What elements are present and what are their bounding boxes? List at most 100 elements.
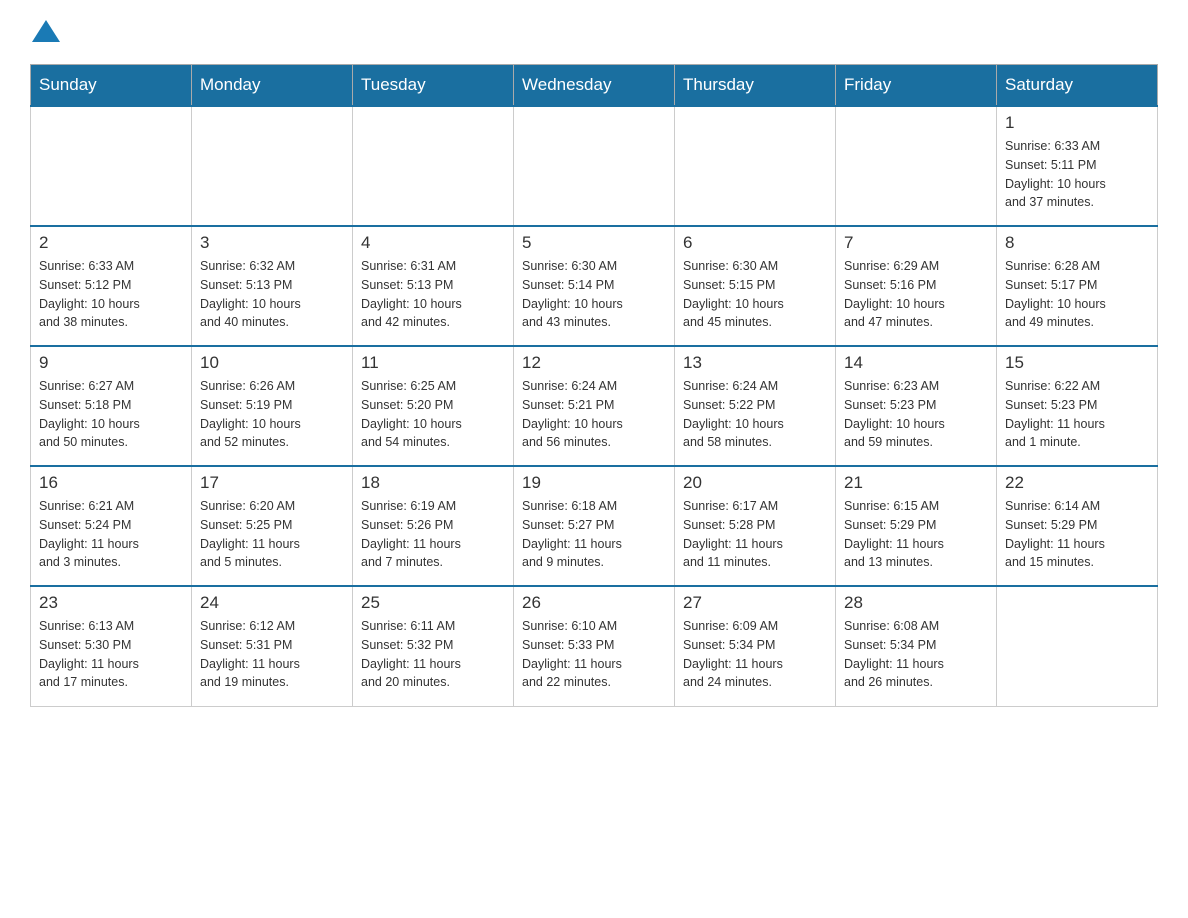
calendar-cell: 5 Sunrise: 6:30 AMSunset: 5:14 PMDaylight… xyxy=(514,226,675,346)
day-number: 7 xyxy=(844,233,988,253)
day-info: Sunrise: 6:18 AMSunset: 5:27 PMDaylight:… xyxy=(522,497,666,572)
calendar-cell: 17 Sunrise: 6:20 AMSunset: 5:25 PMDayligh… xyxy=(192,466,353,586)
day-number: 17 xyxy=(200,473,344,493)
calendar-cell xyxy=(997,586,1158,706)
day-info: Sunrise: 6:21 AMSunset: 5:24 PMDaylight:… xyxy=(39,497,183,572)
day-info: Sunrise: 6:23 AMSunset: 5:23 PMDaylight:… xyxy=(844,377,988,452)
week-row-3: 9 Sunrise: 6:27 AMSunset: 5:18 PMDaylight… xyxy=(31,346,1158,466)
day-number: 6 xyxy=(683,233,827,253)
logo-triangle-icon xyxy=(32,20,60,42)
day-number: 13 xyxy=(683,353,827,373)
day-info: Sunrise: 6:19 AMSunset: 5:26 PMDaylight:… xyxy=(361,497,505,572)
calendar-cell: 16 Sunrise: 6:21 AMSunset: 5:24 PMDayligh… xyxy=(31,466,192,586)
calendar-cell: 9 Sunrise: 6:27 AMSunset: 5:18 PMDaylight… xyxy=(31,346,192,466)
calendar-cell: 20Sunrise: 6:17 AMSunset: 5:28 PMDayligh… xyxy=(675,466,836,586)
day-number: 15 xyxy=(1005,353,1149,373)
day-info: Sunrise: 6:33 AMSunset: 5:12 PMDaylight:… xyxy=(39,257,183,332)
day-info: Sunrise: 6:24 AMSunset: 5:22 PMDaylight:… xyxy=(683,377,827,452)
day-number: 16 xyxy=(39,473,183,493)
day-number: 11 xyxy=(361,353,505,373)
calendar-cell: 2 Sunrise: 6:33 AMSunset: 5:12 PMDaylight… xyxy=(31,226,192,346)
calendar-cell: 21 Sunrise: 6:15 AMSunset: 5:29 PMDayligh… xyxy=(836,466,997,586)
day-info: Sunrise: 6:31 AMSunset: 5:13 PMDaylight:… xyxy=(361,257,505,332)
weekday-header-thursday: Thursday xyxy=(675,65,836,107)
day-number: 26 xyxy=(522,593,666,613)
day-info: Sunrise: 6:33 AMSunset: 5:11 PMDaylight:… xyxy=(1005,137,1149,212)
calendar-cell: 19 Sunrise: 6:18 AMSunset: 5:27 PMDayligh… xyxy=(514,466,675,586)
day-info: Sunrise: 6:14 AMSunset: 5:29 PMDaylight:… xyxy=(1005,497,1149,572)
calendar-cell: 27 Sunrise: 6:09 AMSunset: 5:34 PMDayligh… xyxy=(675,586,836,706)
day-info: Sunrise: 6:28 AMSunset: 5:17 PMDaylight:… xyxy=(1005,257,1149,332)
week-row-2: 2 Sunrise: 6:33 AMSunset: 5:12 PMDaylight… xyxy=(31,226,1158,346)
week-row-5: 23Sunrise: 6:13 AMSunset: 5:30 PMDayligh… xyxy=(31,586,1158,706)
weekday-header-friday: Friday xyxy=(836,65,997,107)
day-number: 22 xyxy=(1005,473,1149,493)
page-header xyxy=(30,20,1158,44)
day-number: 3 xyxy=(200,233,344,253)
calendar-cell: 14 Sunrise: 6:23 AMSunset: 5:23 PMDayligh… xyxy=(836,346,997,466)
day-info: Sunrise: 6:29 AMSunset: 5:16 PMDaylight:… xyxy=(844,257,988,332)
calendar-cell: 25 Sunrise: 6:11 AMSunset: 5:32 PMDayligh… xyxy=(353,586,514,706)
weekday-header-sunday: Sunday xyxy=(31,65,192,107)
calendar-cell: 7 Sunrise: 6:29 AMSunset: 5:16 PMDaylight… xyxy=(836,226,997,346)
day-info: Sunrise: 6:10 AMSunset: 5:33 PMDaylight:… xyxy=(522,617,666,692)
calendar-cell: 10Sunrise: 6:26 AMSunset: 5:19 PMDayligh… xyxy=(192,346,353,466)
day-number: 19 xyxy=(522,473,666,493)
day-info: Sunrise: 6:15 AMSunset: 5:29 PMDaylight:… xyxy=(844,497,988,572)
day-info: Sunrise: 6:32 AMSunset: 5:13 PMDaylight:… xyxy=(200,257,344,332)
day-info: Sunrise: 6:09 AMSunset: 5:34 PMDaylight:… xyxy=(683,617,827,692)
day-info: Sunrise: 6:30 AMSunset: 5:14 PMDaylight:… xyxy=(522,257,666,332)
calendar-cell: 11 Sunrise: 6:25 AMSunset: 5:20 PMDayligh… xyxy=(353,346,514,466)
calendar-cell: 1 Sunrise: 6:33 AMSunset: 5:11 PMDaylight… xyxy=(997,106,1158,226)
day-number: 24 xyxy=(200,593,344,613)
weekday-header-row: SundayMondayTuesdayWednesdayThursdayFrid… xyxy=(31,65,1158,107)
calendar-cell: 3 Sunrise: 6:32 AMSunset: 5:13 PMDaylight… xyxy=(192,226,353,346)
day-number: 20 xyxy=(683,473,827,493)
day-number: 1 xyxy=(1005,113,1149,133)
day-info: Sunrise: 6:20 AMSunset: 5:25 PMDaylight:… xyxy=(200,497,344,572)
calendar-cell xyxy=(192,106,353,226)
day-info: Sunrise: 6:12 AMSunset: 5:31 PMDaylight:… xyxy=(200,617,344,692)
day-number: 12 xyxy=(522,353,666,373)
day-info: Sunrise: 6:11 AMSunset: 5:32 PMDaylight:… xyxy=(361,617,505,692)
day-info: Sunrise: 6:13 AMSunset: 5:30 PMDaylight:… xyxy=(39,617,183,692)
calendar-cell: 12 Sunrise: 6:24 AMSunset: 5:21 PMDayligh… xyxy=(514,346,675,466)
calendar-table: SundayMondayTuesdayWednesdayThursdayFrid… xyxy=(30,64,1158,707)
day-number: 14 xyxy=(844,353,988,373)
calendar-cell xyxy=(31,106,192,226)
calendar-cell: 24 Sunrise: 6:12 AMSunset: 5:31 PMDayligh… xyxy=(192,586,353,706)
day-number: 18 xyxy=(361,473,505,493)
calendar-cell xyxy=(675,106,836,226)
day-info: Sunrise: 6:25 AMSunset: 5:20 PMDaylight:… xyxy=(361,377,505,452)
day-info: Sunrise: 6:22 AMSunset: 5:23 PMDaylight:… xyxy=(1005,377,1149,452)
calendar-cell: 23Sunrise: 6:13 AMSunset: 5:30 PMDayligh… xyxy=(31,586,192,706)
day-number: 10 xyxy=(200,353,344,373)
calendar-cell: 22 Sunrise: 6:14 AMSunset: 5:29 PMDayligh… xyxy=(997,466,1158,586)
day-number: 2 xyxy=(39,233,183,253)
weekday-header-monday: Monday xyxy=(192,65,353,107)
day-info: Sunrise: 6:24 AMSunset: 5:21 PMDaylight:… xyxy=(522,377,666,452)
calendar-cell: 26 Sunrise: 6:10 AMSunset: 5:33 PMDayligh… xyxy=(514,586,675,706)
weekday-header-wednesday: Wednesday xyxy=(514,65,675,107)
logo xyxy=(30,20,60,44)
day-number: 5 xyxy=(522,233,666,253)
weekday-header-tuesday: Tuesday xyxy=(353,65,514,107)
day-info: Sunrise: 6:30 AMSunset: 5:15 PMDaylight:… xyxy=(683,257,827,332)
calendar-cell xyxy=(353,106,514,226)
day-number: 4 xyxy=(361,233,505,253)
calendar-cell: 28Sunrise: 6:08 AMSunset: 5:34 PMDayligh… xyxy=(836,586,997,706)
day-number: 21 xyxy=(844,473,988,493)
calendar-cell: 8 Sunrise: 6:28 AMSunset: 5:17 PMDaylight… xyxy=(997,226,1158,346)
week-row-1: 1 Sunrise: 6:33 AMSunset: 5:11 PMDaylight… xyxy=(31,106,1158,226)
day-number: 25 xyxy=(361,593,505,613)
day-info: Sunrise: 6:08 AMSunset: 5:34 PMDaylight:… xyxy=(844,617,988,692)
day-number: 8 xyxy=(1005,233,1149,253)
calendar-cell xyxy=(836,106,997,226)
calendar-cell: 18 Sunrise: 6:19 AMSunset: 5:26 PMDayligh… xyxy=(353,466,514,586)
weekday-header-saturday: Saturday xyxy=(997,65,1158,107)
day-info: Sunrise: 6:27 AMSunset: 5:18 PMDaylight:… xyxy=(39,377,183,452)
day-number: 27 xyxy=(683,593,827,613)
calendar-cell: 15 Sunrise: 6:22 AMSunset: 5:23 PMDayligh… xyxy=(997,346,1158,466)
calendar-cell: 4 Sunrise: 6:31 AMSunset: 5:13 PMDaylight… xyxy=(353,226,514,346)
day-number: 9 xyxy=(39,353,183,373)
